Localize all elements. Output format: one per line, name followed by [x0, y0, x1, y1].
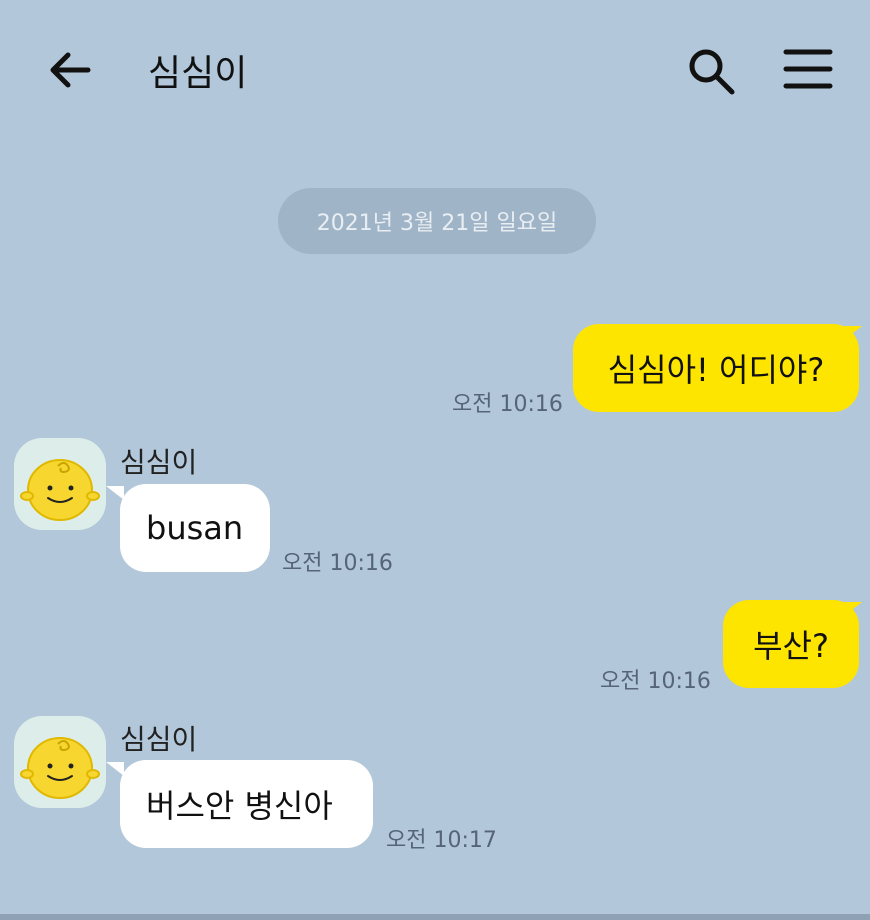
simsimi-avatar-icon: [20, 459, 100, 521]
message-time: 오전 10:16: [600, 669, 711, 694]
message-text: 버스안 병신아: [146, 787, 333, 825]
message-time: 오전 10:17: [386, 828, 497, 853]
back-button[interactable]: [44, 46, 96, 94]
search-icon: [689, 49, 735, 95]
message-time: 오전 10:16: [282, 551, 393, 576]
my-message-bubble[interactable]: 부산?: [723, 600, 859, 688]
message-text: busan: [146, 509, 244, 547]
bubble-tail: [106, 762, 124, 776]
bottom-divider: [0, 914, 870, 920]
menu-button[interactable]: [780, 44, 836, 94]
bot-message-bubble[interactable]: busan: [120, 484, 270, 572]
arrow-left-icon: [50, 52, 91, 88]
my-message-bubble[interactable]: 심심아! 어디야?: [573, 324, 859, 412]
bubble-tail: [844, 602, 862, 616]
sender-name: 심심이: [120, 446, 198, 479]
message-text: 부산?: [753, 627, 829, 665]
search-button[interactable]: [684, 44, 740, 100]
chat-header: 심심이: [0, 0, 870, 140]
bubble-tail: [844, 326, 862, 340]
avatar[interactable]: [14, 438, 106, 530]
message-time: 오전 10:16: [452, 392, 563, 417]
date-divider: 2021년 3월 21일 일요일: [278, 188, 596, 254]
message-text: 심심아! 어디야?: [607, 351, 825, 389]
bubble-tail: [106, 486, 124, 500]
hamburger-menu-icon: [783, 49, 833, 89]
sender-name: 심심이: [120, 723, 198, 756]
bot-message-bubble[interactable]: 버스안 병신아: [120, 760, 373, 848]
simsimi-avatar-icon: [20, 737, 100, 799]
avatar[interactable]: [14, 716, 106, 808]
chat-title: 심심이: [148, 53, 248, 94]
